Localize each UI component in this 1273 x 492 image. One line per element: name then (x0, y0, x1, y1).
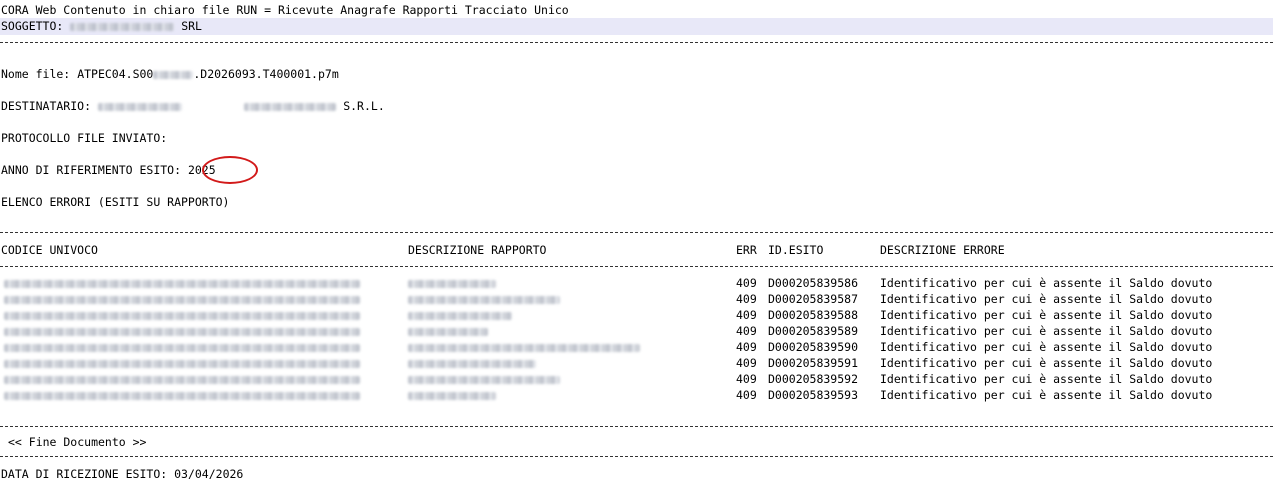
redacted-codice-univoco (4, 376, 360, 384)
destinatario-label: DESTINATARIO: (1, 99, 92, 113)
redacted-descrizione-rapporto (408, 296, 560, 304)
soggetto-suffix: SRL (181, 19, 202, 33)
redacted-codice-univoco (4, 328, 360, 336)
data-ricezione-label: DATA DI RICEZIONE ESITO: (1, 467, 168, 481)
id-esito: D000205839592 (768, 372, 859, 386)
redacted-descrizione-rapporto (408, 360, 536, 368)
anno-line: ANNO DI RIFERIMENTO ESITO: 2025 (1, 162, 216, 178)
elenco-label: ELENCO ERRORI (ESITI SU RAPPORTO) (1, 195, 230, 209)
divider (0, 426, 1273, 427)
err-code: 409 (736, 356, 757, 370)
destinatario-line: DESTINATARIO: S.R.L. (1, 98, 385, 114)
redacted-descrizione-rapporto (408, 376, 560, 384)
id-esito: D000205839590 (768, 340, 859, 354)
err-code: 409 (736, 324, 757, 338)
id-esito: D000205839589 (768, 324, 859, 338)
soggetto-line: SOGGETTO: SRL (1, 18, 202, 34)
document-title: CORA Web Contenuto in chiaro file RUN = … (1, 3, 569, 17)
redacted-destinatario-code (97, 102, 182, 111)
descrizione-errore: Identificativo per cui è assente il Sald… (880, 324, 1213, 338)
redacted-destinatario-name (244, 102, 337, 111)
id-esito: D000205839588 (768, 308, 859, 322)
nome-file-line: Nome file: ATPEC04.S00 .D2026093.T400001.… (1, 66, 339, 82)
err-code: 409 (736, 276, 757, 290)
destinatario-suffix: S.R.L. (343, 99, 385, 113)
soggetto-label: SOGGETTO: (1, 19, 64, 33)
divider (0, 232, 1273, 233)
protocollo-line: PROTOCOLLO FILE INVIATO: (1, 131, 168, 145)
divider (0, 42, 1273, 43)
err-code: 409 (736, 292, 757, 306)
redacted-codice-univoco (4, 360, 360, 368)
col-header-descrizione-rapporto: DESCRIZIONE RAPPORTO (408, 243, 547, 257)
descrizione-errore: Identificativo per cui è assente il Sald… (880, 388, 1213, 402)
id-esito: D000205839587 (768, 292, 859, 306)
redacted-descrizione-rapporto (408, 328, 488, 336)
redacted-file-code (153, 70, 194, 79)
redacted-descrizione-rapporto (408, 312, 512, 320)
data-ricezione-line: DATA DI RICEZIONE ESITO: 03/04/2026 (1, 466, 243, 482)
nome-file-label: Nome file: (1, 67, 71, 81)
nome-file-prefix: ATPEC04.S00 (77, 67, 154, 81)
col-header-err: ERR (736, 243, 757, 257)
redacted-codice-univoco (4, 312, 360, 320)
err-code: 409 (736, 388, 757, 402)
divider (0, 456, 1273, 457)
nome-file-suffix: .D2026093.T400001.p7m (193, 67, 339, 81)
highlight-circle (202, 156, 258, 184)
redacted-descrizione-rapporto (408, 344, 640, 352)
fine-documento: << Fine Documento >> (8, 435, 147, 449)
id-esito: D000205839593 (768, 388, 859, 402)
descrizione-errore: Identificativo per cui è assente il Sald… (880, 308, 1213, 322)
anno-label: ANNO DI RIFERIMENTO ESITO: (1, 163, 182, 177)
descrizione-errore: Identificativo per cui è assente il Sald… (880, 292, 1213, 306)
err-code: 409 (736, 372, 757, 386)
redacted-descrizione-rapporto (408, 392, 496, 400)
err-code: 409 (736, 340, 757, 354)
id-esito: D000205839591 (768, 356, 859, 370)
redacted-codice-univoco (4, 392, 360, 400)
col-header-descrizione-errore: DESCRIZIONE ERRORE (880, 243, 1005, 257)
col-header-id-esito: ID.ESITO (768, 243, 824, 257)
descrizione-errore: Identificativo per cui è assente il Sald… (880, 356, 1213, 370)
redacted-soggetto (70, 22, 175, 31)
redacted-codice-univoco (4, 296, 360, 304)
divider (0, 266, 1273, 267)
redacted-codice-univoco (4, 344, 360, 352)
id-esito: D000205839586 (768, 276, 859, 290)
col-header-codice: CODICE UNIVOCO (1, 243, 98, 257)
descrizione-errore: Identificativo per cui è assente il Sald… (880, 372, 1213, 386)
redacted-codice-univoco (4, 280, 360, 288)
descrizione-errore: Identificativo per cui è assente il Sald… (880, 340, 1213, 354)
redacted-descrizione-rapporto (408, 280, 496, 288)
data-ricezione-value: 03/04/2026 (174, 467, 244, 481)
err-code: 409 (736, 308, 757, 322)
descrizione-errore: Identificativo per cui è assente il Sald… (880, 276, 1213, 290)
